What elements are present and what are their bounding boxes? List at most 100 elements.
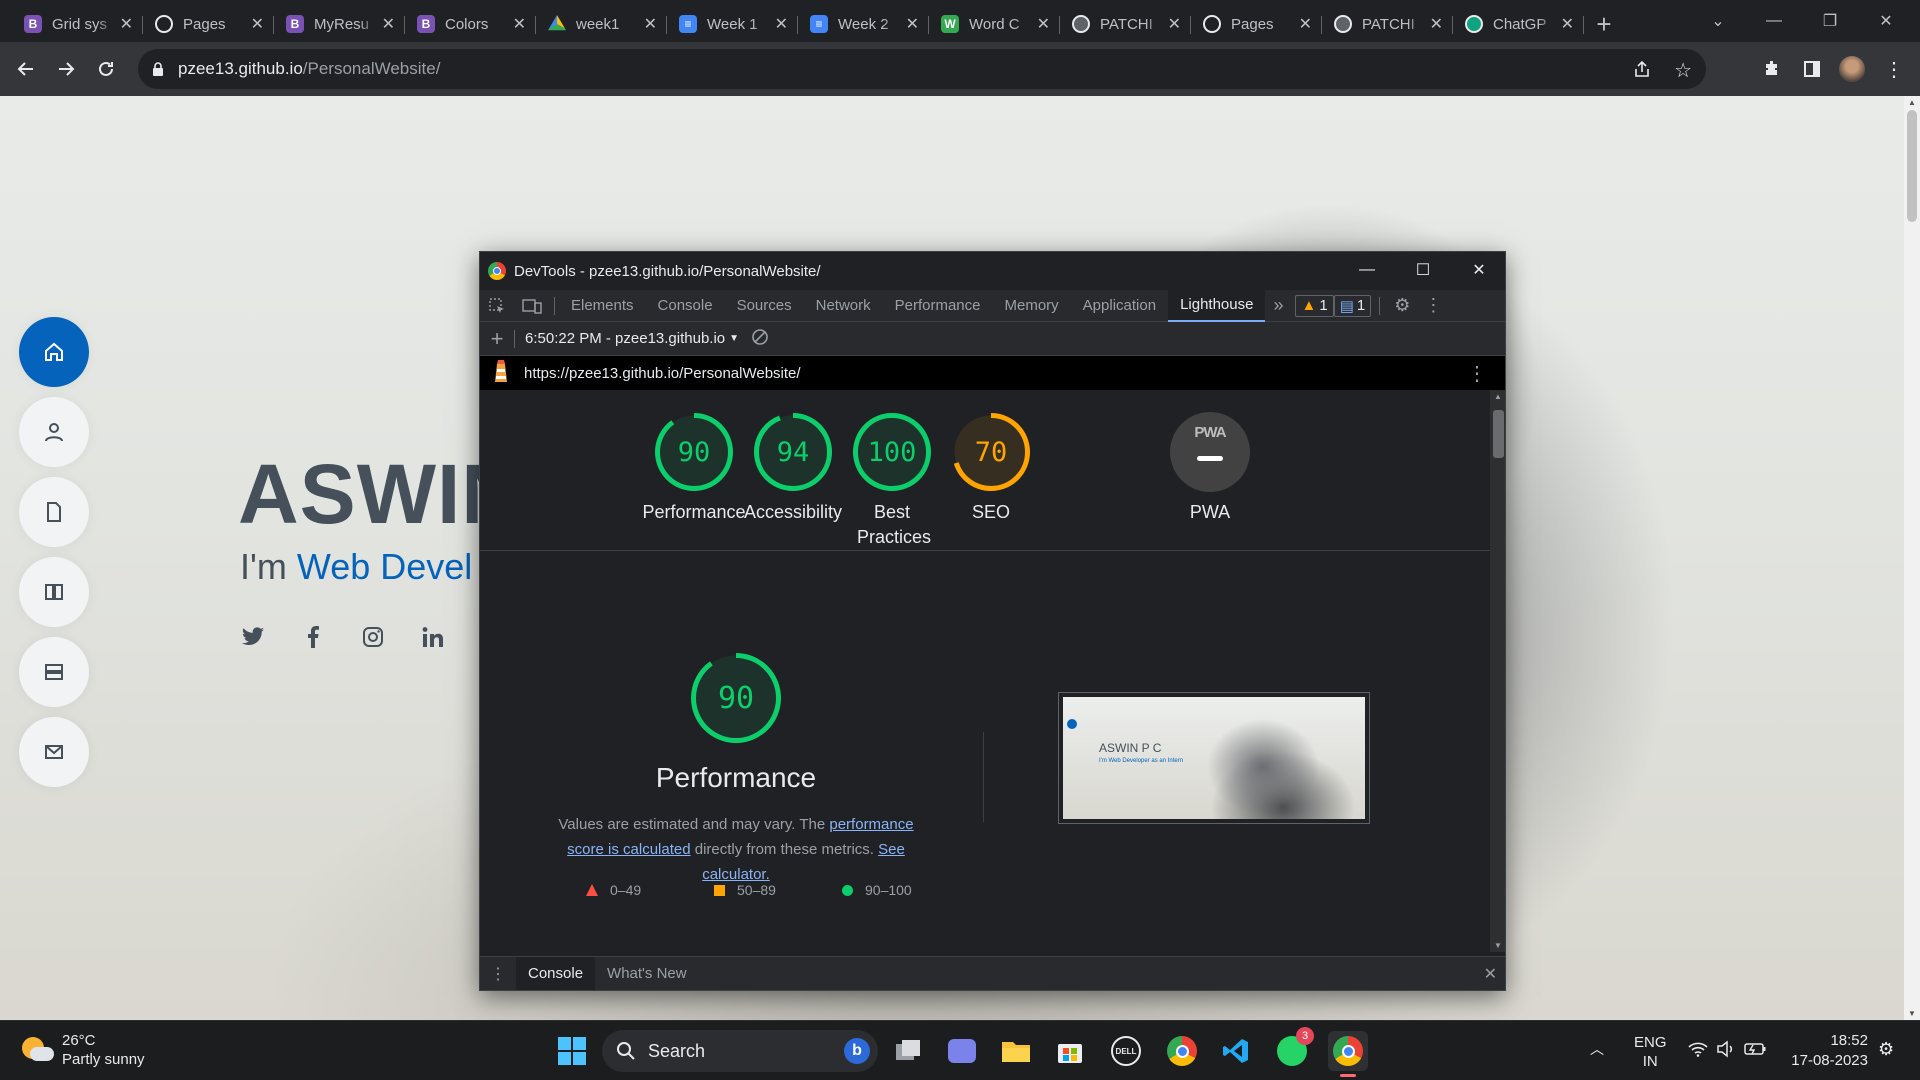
minimize-button[interactable]: — bbox=[1746, 0, 1802, 42]
nav-contact[interactable] bbox=[19, 717, 89, 787]
lh-scroll-up-icon[interactable]: ▲ bbox=[1494, 392, 1502, 401]
devtools-tab-sources[interactable]: Sources bbox=[725, 290, 804, 322]
browser-tab[interactable]: B Grid sys ✕ bbox=[12, 6, 143, 42]
browser-tab[interactable]: ChatGP ✕ bbox=[1453, 6, 1584, 42]
browser-tab[interactable]: week1 ✕ bbox=[536, 6, 667, 42]
chrome-menu-icon[interactable]: ⋮ bbox=[1874, 42, 1914, 96]
task-view-icon[interactable] bbox=[888, 1031, 928, 1071]
scroll-down-arrow-icon[interactable]: ▼ bbox=[1908, 1009, 1916, 1018]
vscode-icon[interactable] bbox=[1216, 1031, 1256, 1071]
close-tab-icon[interactable]: ✕ bbox=[906, 14, 919, 34]
dell-icon[interactable]: DELL bbox=[1106, 1031, 1146, 1071]
devtools-tab-memory[interactable]: Memory bbox=[993, 290, 1071, 322]
page-scrollbar[interactable]: ▲ ▼ bbox=[1904, 96, 1920, 1020]
microsoft-store-icon[interactable] bbox=[1050, 1031, 1090, 1071]
devtools-tab-network[interactable]: Network bbox=[804, 290, 883, 322]
chrome-taskbar-icon[interactable] bbox=[1162, 1031, 1202, 1071]
lh-scroll-down-icon[interactable]: ▼ bbox=[1494, 941, 1502, 950]
drawer-tab-console[interactable]: Console bbox=[516, 956, 596, 990]
lighthouse-scrollbar-thumb[interactable] bbox=[1493, 410, 1504, 458]
language-indicator[interactable]: ENG IN bbox=[1634, 1033, 1667, 1071]
back-button[interactable] bbox=[6, 49, 46, 89]
warnings-badge[interactable]: ▲ 1 bbox=[1295, 294, 1334, 317]
browser-tab[interactable]: ≡ Week 1 ✕ bbox=[667, 6, 798, 42]
nav-services[interactable] bbox=[19, 637, 89, 707]
devtools-tab-lighthouse[interactable]: Lighthouse bbox=[1168, 289, 1266, 322]
extensions-icon[interactable] bbox=[1752, 42, 1792, 96]
tab-search-icon[interactable]: ⌄ bbox=[1690, 0, 1746, 42]
side-panel-icon[interactable] bbox=[1792, 42, 1832, 96]
profile-avatar[interactable] bbox=[1832, 42, 1872, 96]
weather-widget[interactable]: 26°C Partly sunny bbox=[20, 1031, 145, 1069]
share-icon[interactable] bbox=[1632, 59, 1652, 84]
devtools-tab-application[interactable]: Application bbox=[1071, 290, 1168, 322]
teams-chat-icon[interactable] bbox=[942, 1031, 982, 1071]
whatsapp-icon[interactable]: 3 bbox=[1272, 1027, 1314, 1071]
instagram-icon[interactable] bbox=[360, 624, 386, 650]
show-hidden-icons[interactable]: ︿ bbox=[1590, 1039, 1604, 1059]
device-toolbar-icon[interactable] bbox=[514, 290, 550, 322]
chrome-active-icon[interactable] bbox=[1328, 1031, 1368, 1077]
gauge-pwa[interactable]: PWA PWA bbox=[1149, 412, 1271, 525]
bookmark-star-icon[interactable]: ☆ bbox=[1674, 58, 1692, 83]
browser-tab[interactable]: PATCHI ✕ bbox=[1322, 6, 1453, 42]
address-bar[interactable]: pzee13.github.io/PersonalWebsite/ ☆ bbox=[138, 49, 1706, 89]
close-tab-icon[interactable]: ✕ bbox=[1561, 14, 1574, 34]
browser-tab[interactable]: Pages ✕ bbox=[143, 6, 274, 42]
devtools-tab-elements[interactable]: Elements bbox=[559, 290, 646, 322]
start-button[interactable] bbox=[552, 1031, 592, 1071]
drawer-menu-icon[interactable]: ⋮ bbox=[480, 957, 516, 991]
nav-resume[interactable] bbox=[19, 477, 89, 547]
nav-about[interactable] bbox=[19, 397, 89, 467]
volume-icon[interactable] bbox=[1716, 1040, 1736, 1063]
clear-reports-icon[interactable] bbox=[751, 328, 769, 350]
devtools-tab-performance[interactable]: Performance bbox=[883, 290, 993, 322]
messages-badge[interactable]: ▤ 1 bbox=[1333, 294, 1372, 317]
close-drawer-icon[interactable]: ✕ bbox=[1484, 964, 1497, 984]
devtools-settings-icon[interactable]: ⚙ bbox=[1388, 290, 1416, 322]
lighthouse-scrollbar[interactable]: ▲ ▼ bbox=[1490, 390, 1505, 952]
reload-button[interactable] bbox=[86, 49, 126, 89]
close-tab-icon[interactable]: ✕ bbox=[775, 14, 788, 34]
battery-icon[interactable] bbox=[1744, 1041, 1766, 1062]
browser-tab[interactable]: PATCHI ✕ bbox=[1060, 6, 1191, 42]
new-tab-button[interactable]: + bbox=[1584, 6, 1624, 42]
drawer-tab-whats-new[interactable]: What's New bbox=[595, 957, 699, 991]
forward-button[interactable] bbox=[46, 49, 86, 89]
browser-tab[interactable]: ≡ Week 2 ✕ bbox=[798, 6, 929, 42]
browser-tab[interactable]: Pages ✕ bbox=[1191, 6, 1322, 42]
close-tab-icon[interactable]: ✕ bbox=[251, 14, 264, 34]
nav-portfolio[interactable] bbox=[19, 557, 89, 627]
devtools-maximize-button[interactable]: ☐ bbox=[1395, 252, 1451, 288]
close-tab-icon[interactable]: ✕ bbox=[120, 14, 133, 34]
gauge-seo[interactable]: 70 SEO bbox=[930, 412, 1052, 525]
close-tab-icon[interactable]: ✕ bbox=[1430, 14, 1443, 34]
close-tab-icon[interactable]: ✕ bbox=[644, 14, 657, 34]
wifi-icon[interactable] bbox=[1688, 1041, 1708, 1062]
page-scrollbar-thumb[interactable] bbox=[1907, 110, 1917, 222]
final-screenshot-thumbnail[interactable]: ASWIN P C I'm Web Developer as an Intern bbox=[1058, 692, 1370, 824]
close-tab-icon[interactable]: ✕ bbox=[1037, 14, 1050, 34]
linkedin-icon[interactable] bbox=[420, 624, 446, 650]
browser-tab[interactable]: W Word C ✕ bbox=[929, 6, 1060, 42]
browser-tab[interactable]: B MyResu ✕ bbox=[274, 6, 405, 42]
close-window-button[interactable]: ✕ bbox=[1858, 0, 1914, 42]
scroll-up-arrow-icon[interactable]: ▲ bbox=[1908, 98, 1916, 107]
facebook-icon[interactable] bbox=[300, 624, 326, 650]
report-menu-icon[interactable]: ⋮ bbox=[1467, 361, 1487, 386]
file-explorer-icon[interactable] bbox=[996, 1031, 1036, 1071]
browser-tab[interactable]: B Colors ✕ bbox=[405, 6, 536, 42]
more-tabs-icon[interactable]: » bbox=[1265, 290, 1291, 322]
inspect-element-icon[interactable] bbox=[480, 290, 514, 322]
clock[interactable]: 18:52 17-08-2023 bbox=[1784, 1031, 1868, 1071]
new-report-icon[interactable]: + bbox=[480, 326, 514, 352]
report-selector[interactable]: 6:50:22 PM - pzee13.github.io ▼ bbox=[525, 330, 739, 347]
devtools-tab-console[interactable]: Console bbox=[646, 290, 725, 322]
close-tab-icon[interactable]: ✕ bbox=[513, 14, 526, 34]
nav-home[interactable] bbox=[19, 317, 89, 387]
twitter-icon[interactable] bbox=[240, 624, 266, 650]
close-tab-icon[interactable]: ✕ bbox=[1168, 14, 1181, 34]
devtools-menu-icon[interactable]: ⋮ bbox=[1416, 290, 1450, 322]
close-tab-icon[interactable]: ✕ bbox=[382, 14, 395, 34]
restore-button[interactable]: ❐ bbox=[1802, 0, 1858, 42]
